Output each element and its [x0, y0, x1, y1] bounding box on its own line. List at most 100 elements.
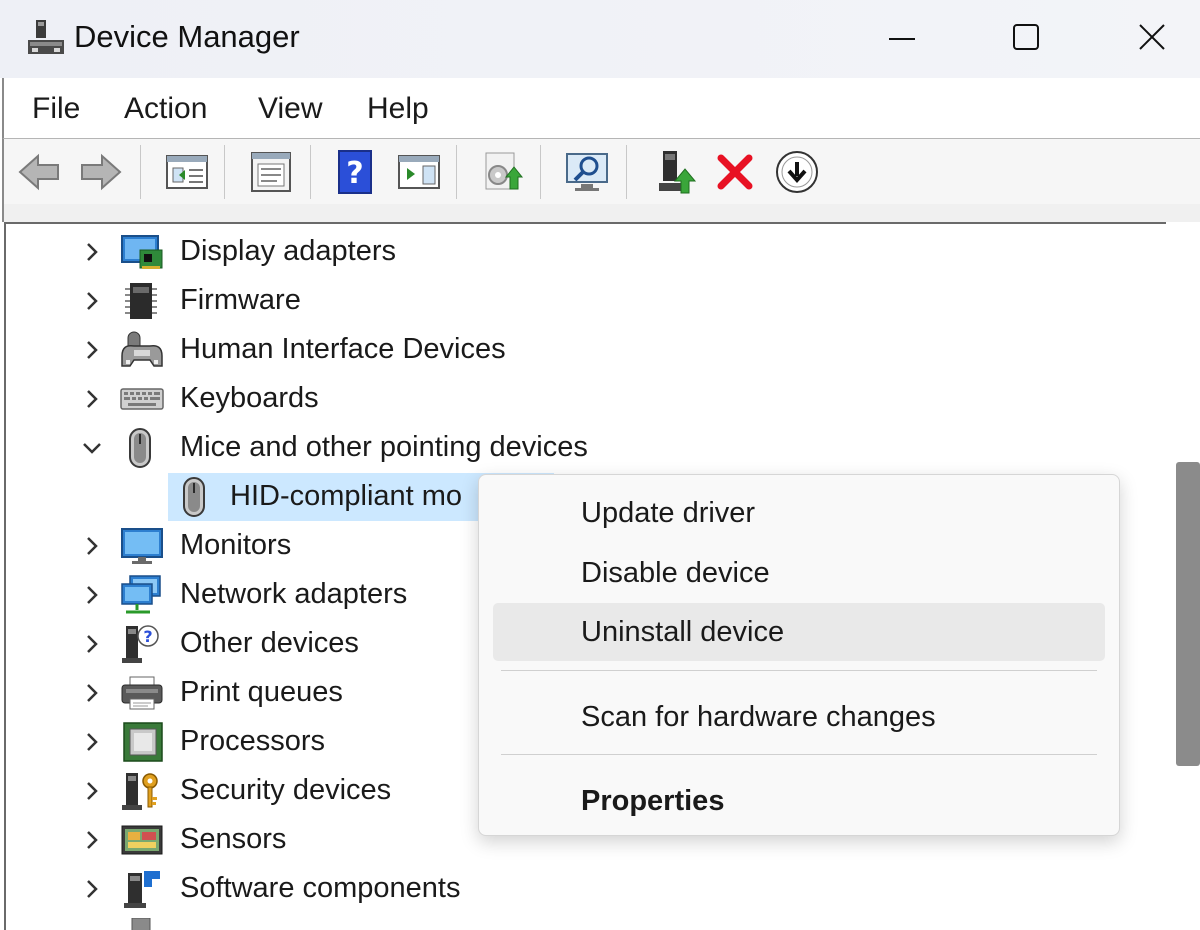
tree-item-mice-and-pointing-devices[interactable]: Mice and other pointing devices — [6, 424, 1106, 472]
close-button[interactable] — [1122, 12, 1182, 62]
update-driver-icon — [485, 152, 524, 190]
menu-bar: File Action View Help — [2, 78, 1200, 138]
menu-help[interactable]: Help — [367, 92, 429, 126]
toolbar-separator — [310, 145, 311, 199]
tree-item-human-interface-devices[interactable]: Human Interface Devices — [6, 326, 1106, 374]
minimize-button[interactable] — [872, 12, 932, 62]
close-icon — [1139, 24, 1165, 50]
printer-icon — [121, 676, 163, 710]
help-button[interactable]: ? — [330, 147, 380, 197]
hid-icon — [121, 331, 163, 367]
help-icon: ? — [338, 150, 372, 194]
ctx-scan-hardware-label: Scan for hardware changes — [581, 701, 936, 733]
chevron-right-icon[interactable] — [80, 681, 104, 705]
menu-file[interactable]: File — [32, 92, 80, 126]
ctx-disable-device[interactable]: Disable device — [493, 544, 1105, 602]
firmware-chip-icon — [125, 283, 157, 319]
context-menu: Update driver Disable device Uninstall d… — [478, 474, 1120, 836]
chevron-right-icon[interactable] — [80, 877, 104, 901]
tree-item-label: Network adapters — [180, 578, 408, 610]
uninstall-icon — [717, 154, 753, 190]
show-action-pane-button[interactable] — [394, 147, 444, 197]
chevron-right-icon[interactable] — [80, 338, 104, 362]
mouse-icon — [129, 428, 151, 468]
properties-button[interactable] — [246, 147, 296, 197]
tree-item-label: Monitors — [180, 529, 292, 561]
tree-item-display-adapters[interactable]: Display adapters — [6, 228, 1106, 276]
menu-action[interactable]: Action — [124, 92, 207, 126]
enable-device-icon — [659, 151, 697, 194]
ctx-separator — [501, 670, 1097, 671]
tree-item-label: Mice and other pointing devices — [180, 431, 588, 463]
ctx-properties-label: Properties — [581, 785, 725, 817]
display-adapter-icon — [121, 235, 163, 269]
show-hide-console-tree-icon — [166, 155, 208, 189]
toolbar: ? — [2, 138, 1200, 205]
tree-item-firmware[interactable]: Firmware — [6, 277, 1106, 325]
tree-item-label: Firmware — [180, 284, 301, 316]
disable-device-button[interactable] — [772, 147, 822, 197]
chevron-right-icon[interactable] — [80, 779, 104, 803]
chevron-down-icon[interactable] — [80, 436, 104, 460]
keyboard-icon — [120, 388, 164, 410]
tree-item-keyboards[interactable]: Keyboards — [6, 375, 1106, 423]
toolbar-separator — [626, 145, 627, 199]
toolbar-separator — [224, 145, 225, 199]
forward-button[interactable] — [76, 147, 126, 197]
maximize-button[interactable] — [996, 12, 1056, 62]
show-hide-tree-button[interactable] — [162, 147, 212, 197]
chevron-right-icon[interactable] — [80, 632, 104, 656]
ctx-uninstall-device[interactable]: Uninstall device — [493, 603, 1105, 661]
svg-text:?: ? — [346, 156, 363, 191]
forward-arrow-icon — [81, 153, 122, 191]
tree-item-label: Display adapters — [180, 235, 396, 267]
ctx-separator — [501, 754, 1097, 755]
menu-view[interactable]: View — [258, 92, 322, 126]
tree-item-label: Security devices — [180, 774, 392, 806]
chevron-right-icon[interactable] — [80, 730, 104, 754]
toolbar-separator — [540, 145, 541, 199]
toolbar-separator — [456, 145, 457, 199]
network-adapter-icon — [121, 575, 161, 614]
svg-text:?: ? — [143, 627, 152, 646]
ctx-scan-hardware[interactable]: Scan for hardware changes — [493, 688, 1105, 746]
uninstall-button[interactable] — [710, 147, 760, 197]
update-driver-button[interactable] — [478, 147, 528, 197]
ctx-uninstall-device-label: Uninstall device — [581, 616, 785, 648]
device-manager-icon — [28, 20, 64, 54]
tree-item-label: Human Interface Devices — [180, 333, 506, 365]
ctx-update-driver-label: Update driver — [581, 497, 756, 529]
back-arrow-icon — [18, 153, 59, 191]
tree-item-label: Other devices — [180, 627, 359, 659]
monitor-icon — [121, 528, 163, 564]
ctx-update-driver[interactable]: Update driver — [493, 484, 1105, 542]
mouse-icon — [183, 477, 205, 517]
ctx-disable-device-label: Disable device — [581, 557, 770, 589]
tree-item-label: Software components — [180, 872, 461, 904]
chevron-right-icon[interactable] — [80, 534, 104, 558]
tree-item-label: Keyboards — [180, 382, 319, 414]
tree-item-label: Print queues — [180, 676, 343, 708]
processor-icon — [123, 722, 163, 762]
ctx-properties[interactable]: Properties — [493, 772, 1105, 830]
chevron-right-icon[interactable] — [80, 828, 104, 852]
software-component-icon — [124, 871, 160, 908]
tree-item-label: Sensors — [180, 823, 287, 855]
software-device-icon — [131, 918, 151, 930]
tree-item-software-components[interactable]: Software components — [6, 865, 1106, 913]
back-button[interactable] — [14, 147, 64, 197]
enable-device-button[interactable] — [652, 147, 702, 197]
disable-device-icon — [776, 151, 818, 193]
toolbar-gap — [2, 204, 1200, 222]
minimize-icon — [889, 38, 915, 40]
sensor-icon — [121, 825, 163, 855]
scrollbar-thumb[interactable] — [1176, 462, 1200, 766]
scan-hardware-button[interactable] — [562, 147, 612, 197]
chevron-right-icon[interactable] — [80, 289, 104, 313]
toolbar-separator — [140, 145, 141, 199]
chevron-right-icon[interactable] — [80, 387, 104, 411]
chevron-right-icon[interactable] — [80, 240, 104, 264]
security-key-icon — [122, 773, 158, 810]
window-title: Device Manager — [74, 19, 300, 54]
chevron-right-icon[interactable] — [80, 583, 104, 607]
